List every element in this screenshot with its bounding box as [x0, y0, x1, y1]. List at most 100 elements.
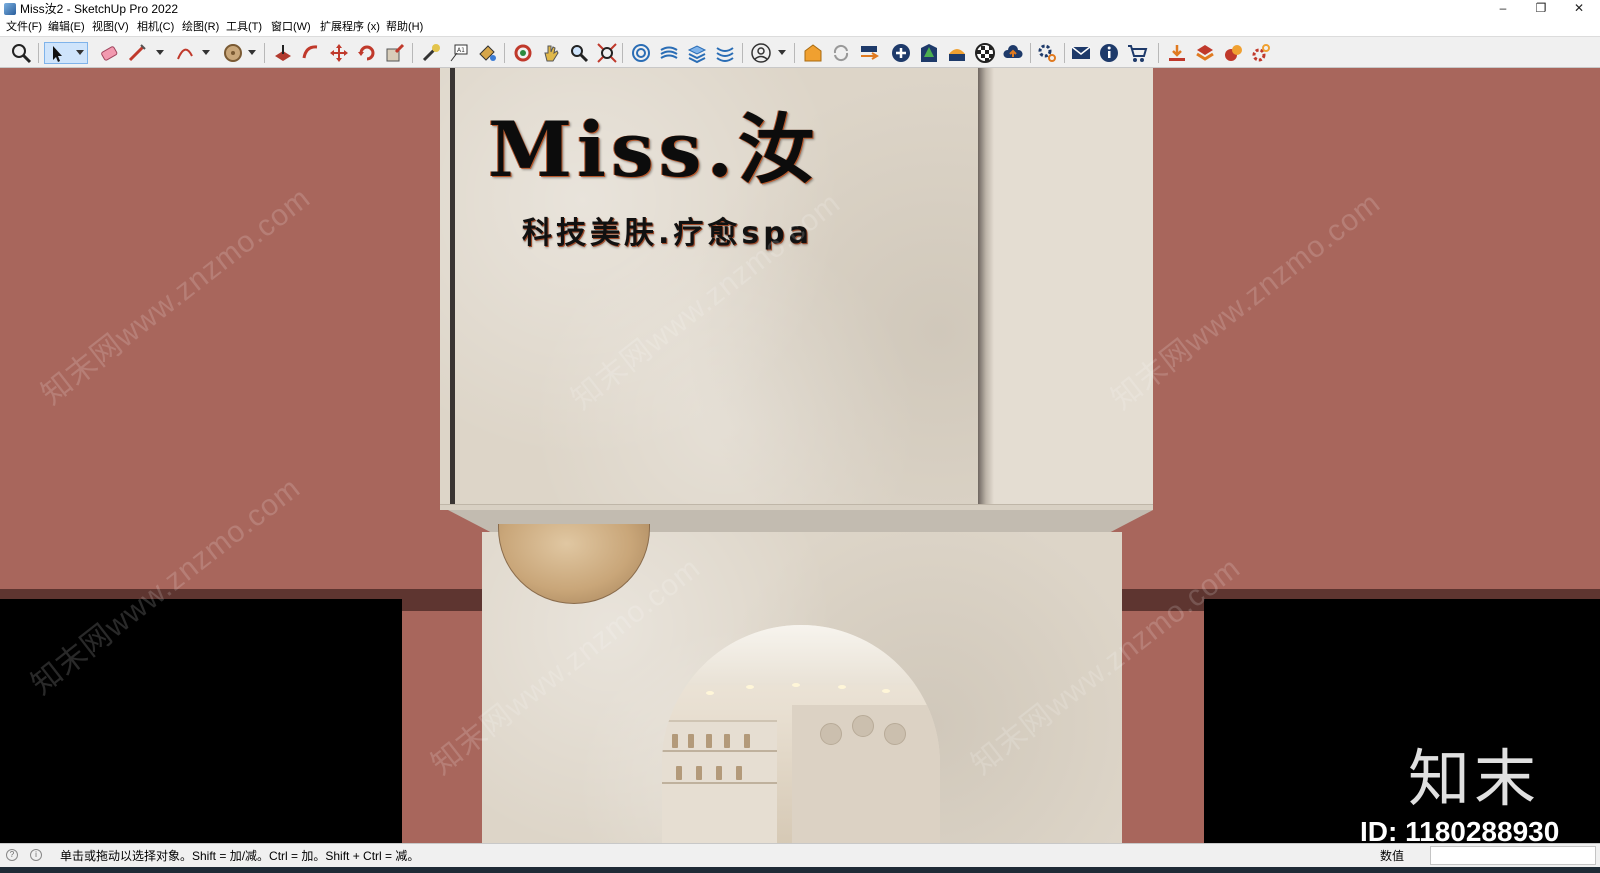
add-icon[interactable]: [890, 42, 912, 64]
arch-ceiling: [662, 625, 940, 685]
product-bottle: [706, 734, 712, 748]
menu-camera[interactable]: 相机(C): [137, 20, 174, 34]
wall-decor-disc: [884, 723, 906, 745]
paint-bucket-icon[interactable]: [476, 42, 498, 64]
menu-extensions[interactable]: 扩展程序 (x): [320, 20, 380, 34]
right-black-panel: [1204, 599, 1600, 843]
taskbar-strip: [0, 867, 1600, 873]
info-icon[interactable]: [1098, 42, 1120, 64]
arc-icon[interactable]: [174, 42, 196, 64]
import-icon[interactable]: [1166, 42, 1188, 64]
circle-dropdown-icon[interactable]: [248, 50, 256, 55]
ceiling-light: [746, 685, 754, 689]
toolbar-separator: [622, 43, 623, 63]
close-button[interactable]: ✕: [1560, 0, 1598, 18]
pan-icon[interactable]: [540, 42, 562, 64]
brand-watermark: 知末: [1408, 745, 1541, 814]
restore-button[interactable]: ❐: [1522, 0, 1560, 18]
layers-icon[interactable]: [686, 42, 708, 64]
account-dropdown-icon[interactable]: [778, 50, 786, 55]
model-id-label: ID: 1180288930: [1360, 816, 1560, 843]
product-bottle: [724, 734, 730, 748]
cloud-upload-icon[interactable]: [1002, 42, 1024, 64]
mail-icon[interactable]: [1070, 42, 1092, 64]
toolbar-separator: [742, 43, 743, 63]
shelf-board: [662, 750, 777, 752]
orbit-icon[interactable]: [512, 42, 534, 64]
window-title: Miss汝2 - SketchUp Pro 2022: [20, 2, 179, 16]
section-plane-icon[interactable]: [630, 42, 652, 64]
zoom-extents-icon[interactable]: [596, 42, 618, 64]
toolbar-separator: [1064, 43, 1065, 63]
shelf-board: [662, 782, 777, 784]
move-icon[interactable]: [328, 42, 350, 64]
toolbar-separator: [38, 43, 39, 63]
toolbar-separator: [412, 43, 413, 63]
product-bottle: [672, 734, 678, 748]
account-icon[interactable]: [750, 42, 772, 64]
menu-file[interactable]: 文件(F): [6, 20, 42, 34]
circle-icon[interactable]: [222, 42, 244, 64]
menu-edit[interactable]: 编辑(E): [48, 20, 85, 34]
offset-icon[interactable]: [300, 42, 322, 64]
sandbox-icon[interactable]: [658, 42, 680, 64]
signboard-side: [985, 68, 1153, 504]
geo-location-icon[interactable]: ?: [6, 849, 18, 861]
menu-view[interactable]: 视图(V): [92, 20, 129, 34]
eraser-icon[interactable]: [98, 42, 120, 64]
arc-dropdown-icon[interactable]: [202, 50, 210, 55]
model-viewport[interactable]: Miss.汝 科技美肤.疗愈spa 知末网www.znzmo.com 知末网ww…: [0, 68, 1600, 843]
product-bottle: [696, 766, 702, 780]
wall-decor-disc: [852, 715, 874, 737]
rotate-icon[interactable]: [356, 42, 378, 64]
product-bottle: [744, 734, 750, 748]
product-bottle: [716, 766, 722, 780]
svg-text:A1: A1: [457, 47, 465, 54]
signboard-edge: [450, 68, 455, 504]
ceiling-light: [792, 683, 800, 687]
warehouse-icon[interactable]: [802, 42, 824, 64]
zoom-window-icon[interactable]: [568, 42, 590, 64]
push-pull-icon[interactable]: [272, 42, 294, 64]
ceiling-light: [838, 685, 846, 689]
product-bottle: [688, 734, 694, 748]
toolbar-separator: [504, 43, 505, 63]
ceiling-light: [706, 691, 714, 695]
measurements-label: 数值: [1380, 849, 1405, 863]
menu-tools[interactable]: 工具(T): [226, 20, 262, 34]
text-icon[interactable]: A1: [448, 42, 470, 64]
export-icon[interactable]: [858, 42, 880, 64]
ceiling-light: [882, 689, 890, 693]
sync-icon[interactable]: [830, 42, 852, 64]
render-icon[interactable]: [1222, 42, 1244, 64]
minimize-button[interactable]: –: [1484, 0, 1522, 18]
checker-icon[interactable]: [974, 42, 996, 64]
pencil-dropdown-icon[interactable]: [156, 50, 164, 55]
styles-icon[interactable]: [714, 42, 736, 64]
interior-wall: [792, 705, 940, 843]
main-toolbar: A1: [0, 36, 1600, 68]
arched-doorway: [662, 625, 940, 843]
tree-icon[interactable]: [918, 42, 940, 64]
cart-icon[interactable]: [1126, 42, 1148, 64]
pencil-icon[interactable]: [126, 42, 148, 64]
gear-plugin-icon[interactable]: [1250, 42, 1272, 64]
menu-bar: 文件(F) 编辑(E) 视图(V) 相机(C) 绘图(R) 工具(T) 窗口(W…: [0, 18, 1600, 36]
component-icon[interactable]: [1194, 42, 1216, 64]
toolbar-separator: [264, 43, 265, 63]
material-icon[interactable]: [946, 42, 968, 64]
sketchup-app-icon: [4, 3, 16, 15]
tape-measure-icon[interactable]: [420, 42, 442, 64]
zoom-icon[interactable]: [10, 42, 32, 64]
toolbar-separator: [794, 43, 795, 63]
scale-icon[interactable]: [384, 42, 406, 64]
measurements-input[interactable]: [1430, 846, 1596, 865]
menu-help[interactable]: 帮助(H): [386, 20, 423, 34]
settings-icon[interactable]: [1036, 42, 1058, 64]
display-shelf: [662, 720, 777, 843]
menu-window[interactable]: 窗口(W): [271, 20, 311, 34]
info-status-icon[interactable]: i: [30, 849, 42, 861]
select-dropdown-icon[interactable]: [76, 50, 84, 55]
menu-draw[interactable]: 绘图(R): [182, 20, 219, 34]
watermark: 知末网www.znzmo.com: [35, 181, 317, 412]
